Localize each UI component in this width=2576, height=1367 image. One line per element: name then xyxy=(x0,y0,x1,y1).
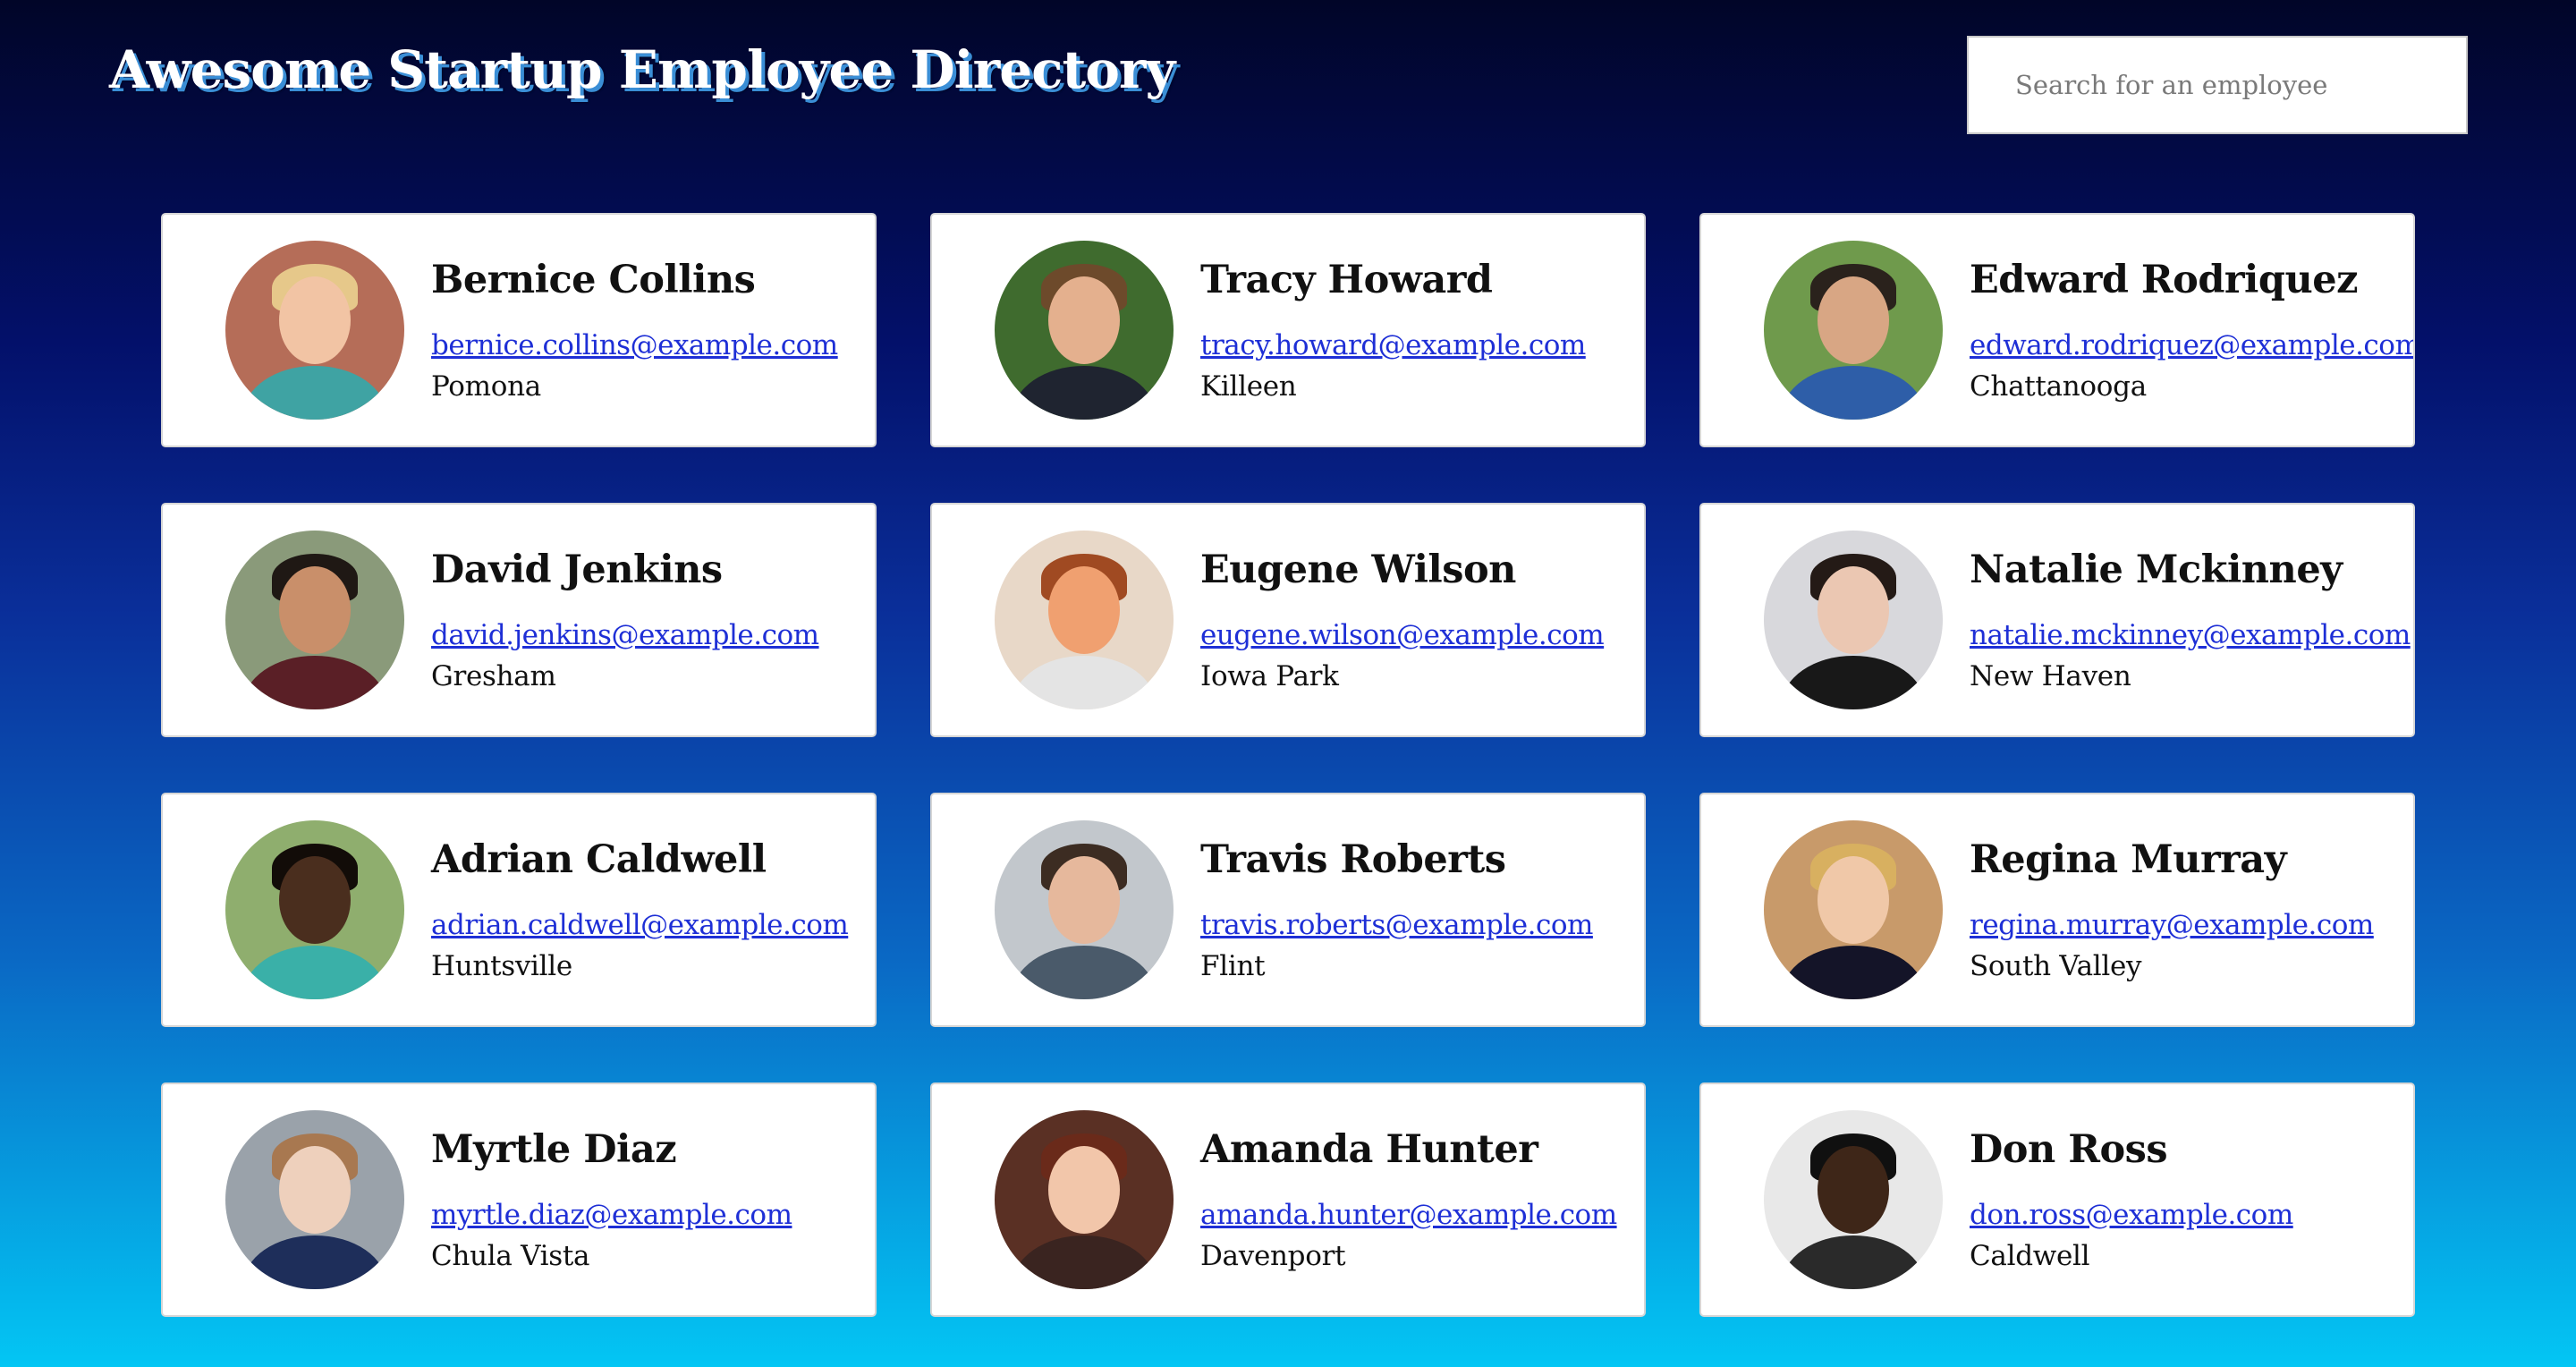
employee-avatar xyxy=(1764,241,1943,420)
employee-avatar xyxy=(1764,531,1943,709)
employee-card[interactable]: Natalie Mckinney natalie.mckinney@exampl… xyxy=(1699,503,2415,737)
employee-info: Regina Murray regina.murray@example.com … xyxy=(1970,837,2374,981)
employee-name: Don Ross xyxy=(1970,1127,2168,1173)
employee-avatar xyxy=(225,531,404,709)
employee-city: Gresham xyxy=(431,659,556,692)
employee-avatar xyxy=(225,241,404,420)
employee-info: Tracy Howard tracy.howard@example.com Ki… xyxy=(1200,258,1586,402)
employee-card[interactable]: Regina Murray regina.murray@example.com … xyxy=(1699,793,2415,1027)
employee-email-link[interactable]: amanda.hunter@example.com xyxy=(1200,1199,1617,1232)
employee-name: Tracy Howard xyxy=(1200,258,1493,303)
employee-card[interactable]: Amanda Hunter amanda.hunter@example.com … xyxy=(930,1083,1646,1317)
employee-avatar xyxy=(995,820,1174,999)
employee-city: South Valley xyxy=(1970,949,2142,982)
employee-name: Myrtle Diaz xyxy=(431,1127,677,1173)
employee-email-link[interactable]: don.ross@example.com xyxy=(1970,1199,2293,1232)
employee-info: Amanda Hunter amanda.hunter@example.com … xyxy=(1200,1127,1617,1271)
employee-email-link[interactable]: myrtle.diaz@example.com xyxy=(431,1199,792,1232)
search-input[interactable] xyxy=(1967,36,2468,134)
employee-name: Natalie Mckinney xyxy=(1970,548,2343,593)
employee-info: David Jenkins david.jenkins@example.com … xyxy=(431,548,819,692)
employee-card[interactable]: Edward Rodriquez edward.rodriquez@exampl… xyxy=(1699,213,2415,447)
employee-email-link[interactable]: natalie.mckinney@example.com xyxy=(1970,619,2411,652)
employee-city: Flint xyxy=(1200,949,1266,982)
employee-avatar xyxy=(995,1110,1174,1289)
employee-city: Davenport xyxy=(1200,1239,1346,1272)
employee-card[interactable]: Bernice Collins bernice.collins@example.… xyxy=(161,213,877,447)
employee-avatar xyxy=(225,820,404,999)
employee-card[interactable]: Travis Roberts travis.roberts@example.co… xyxy=(930,793,1646,1027)
employee-info: Bernice Collins bernice.collins@example.… xyxy=(431,258,838,402)
employee-info: Myrtle Diaz myrtle.diaz@example.com Chul… xyxy=(431,1127,792,1271)
employee-avatar xyxy=(225,1110,404,1289)
employee-name: Eugene Wilson xyxy=(1200,548,1516,593)
employee-card[interactable]: Eugene Wilson eugene.wilson@example.com … xyxy=(930,503,1646,737)
employee-city: New Haven xyxy=(1970,659,2131,692)
employee-email-link[interactable]: bernice.collins@example.com xyxy=(431,329,838,362)
employee-avatar xyxy=(1764,1110,1943,1289)
employee-city: Chattanooga xyxy=(1970,369,2147,403)
employee-card[interactable]: David Jenkins david.jenkins@example.com … xyxy=(161,503,877,737)
employee-card[interactable]: Myrtle Diaz myrtle.diaz@example.com Chul… xyxy=(161,1083,877,1317)
employee-email-link[interactable]: eugene.wilson@example.com xyxy=(1200,619,1605,652)
employee-email-link[interactable]: tracy.howard@example.com xyxy=(1200,329,1586,362)
employee-email-link[interactable]: adrian.caldwell@example.com xyxy=(431,909,849,942)
employee-name: Adrian Caldwell xyxy=(431,837,767,883)
employee-city: Chula Vista xyxy=(431,1239,590,1272)
employee-info: Natalie Mckinney natalie.mckinney@exampl… xyxy=(1970,548,2411,692)
employee-email-link[interactable]: david.jenkins@example.com xyxy=(431,619,819,652)
employee-grid: Bernice Collins bernice.collins@example.… xyxy=(161,213,2415,1317)
employee-info: Edward Rodriquez edward.rodriquez@exampl… xyxy=(1970,258,2413,402)
employee-name: David Jenkins xyxy=(431,548,723,593)
employee-email-link[interactable]: edward.rodriquez@example.com xyxy=(1970,329,2413,362)
employee-email-link[interactable]: travis.roberts@example.com xyxy=(1200,909,1593,942)
employee-card[interactable]: Don Ross don.ross@example.com Caldwell xyxy=(1699,1083,2415,1317)
page-title: Awesome Startup Employee Directory xyxy=(109,39,1175,100)
employee-name: Amanda Hunter xyxy=(1200,1127,1538,1173)
employee-avatar xyxy=(1764,820,1943,999)
employee-name: Bernice Collins xyxy=(431,258,756,303)
employee-city: Pomona xyxy=(431,369,541,403)
employee-city: Caldwell xyxy=(1970,1239,2090,1272)
employee-city: Iowa Park xyxy=(1200,659,1339,692)
employee-info: Eugene Wilson eugene.wilson@example.com … xyxy=(1200,548,1605,692)
employee-card[interactable]: Adrian Caldwell adrian.caldwell@example.… xyxy=(161,793,877,1027)
employee-city: Huntsville xyxy=(431,949,572,982)
employee-name: Regina Murray xyxy=(1970,837,2287,883)
employee-info: Travis Roberts travis.roberts@example.co… xyxy=(1200,837,1593,981)
employee-avatar xyxy=(995,531,1174,709)
employee-avatar xyxy=(995,241,1174,420)
employee-info: Don Ross don.ross@example.com Caldwell xyxy=(1970,1127,2293,1271)
employee-email-link[interactable]: regina.murray@example.com xyxy=(1970,909,2374,942)
employee-city: Killeen xyxy=(1200,369,1297,403)
employee-name: Travis Roberts xyxy=(1200,837,1506,883)
employee-card[interactable]: Tracy Howard tracy.howard@example.com Ki… xyxy=(930,213,1646,447)
employee-name: Edward Rodriquez xyxy=(1970,258,2359,303)
employee-info: Adrian Caldwell adrian.caldwell@example.… xyxy=(431,837,849,982)
